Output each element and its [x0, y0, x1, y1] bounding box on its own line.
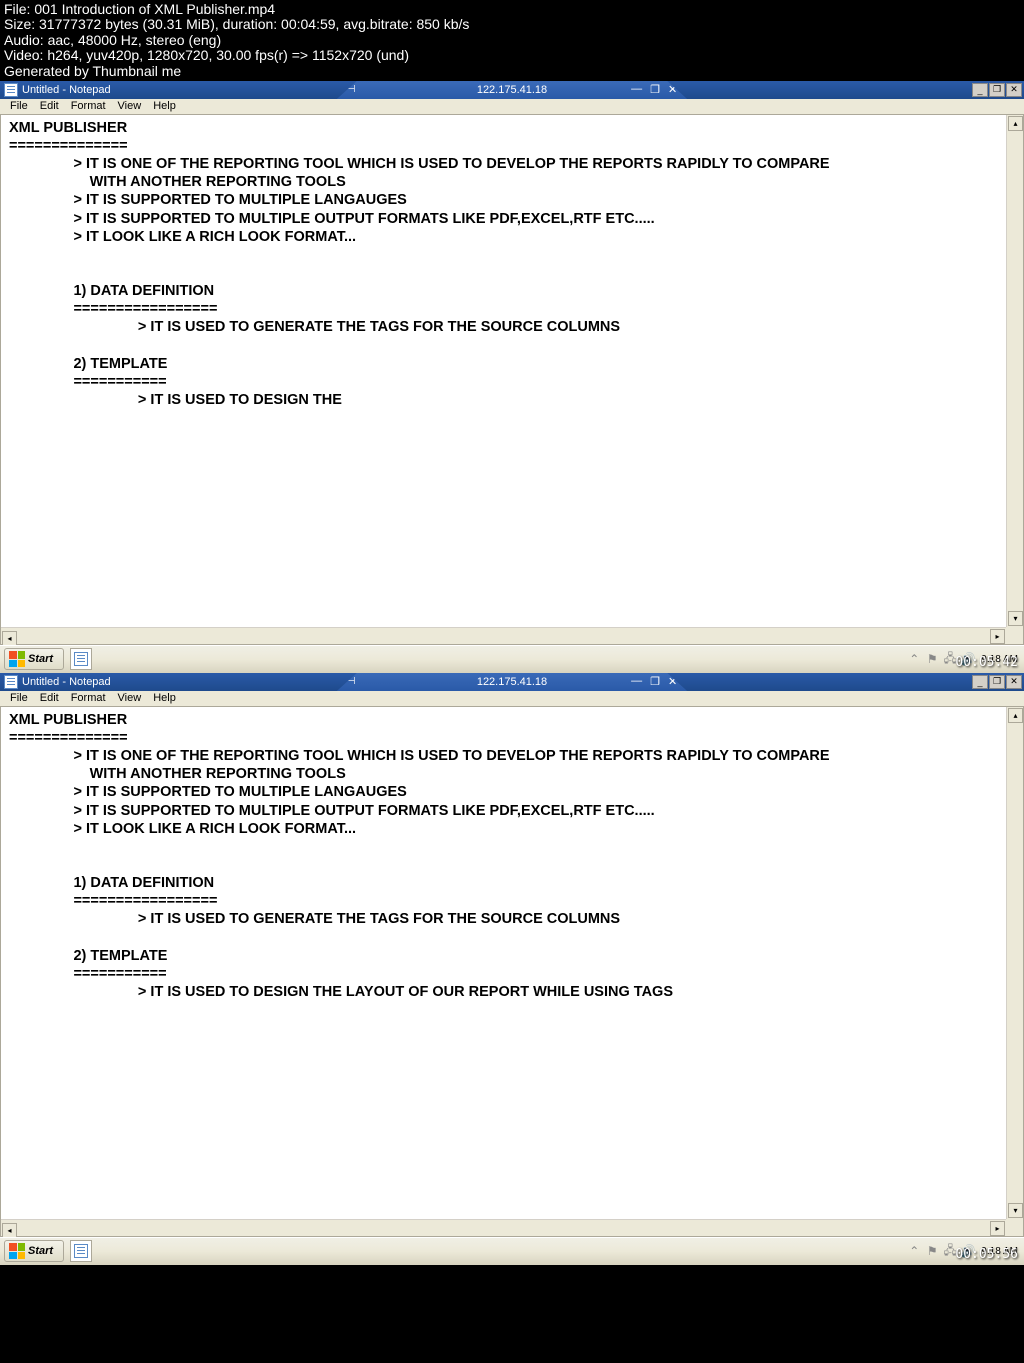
menu-edit[interactable]: Edit — [34, 691, 65, 705]
menu-format[interactable]: Format — [65, 691, 112, 705]
tray-volume-icon[interactable]: 🔊 — [961, 1244, 975, 1258]
tray-flag-icon[interactable]: ⚑ — [925, 1244, 939, 1258]
video-video-line: Video: h264, yuv420p, 1280x720, 30.00 fp… — [4, 48, 1020, 63]
session-minimize-icon[interactable]: — — [631, 675, 642, 688]
system-tray[interactable]: ⌃ ⚑ 🖧 🔊 9:18 AM — [907, 1244, 1024, 1258]
menu-view[interactable]: View — [112, 691, 148, 705]
windows-logo-icon — [9, 1243, 25, 1259]
minimize-button[interactable]: _ — [972, 675, 988, 689]
session-restore-icon[interactable]: ❐ — [650, 83, 660, 96]
scroll-right-icon[interactable]: ▸ — [990, 1221, 1005, 1236]
notepad-content[interactable]: XML PUBLISHER ============== > IT IS ONE… — [1, 707, 1023, 1023]
scroll-down-icon[interactable]: ▾ — [1008, 611, 1023, 626]
start-button[interactable]: Start — [4, 648, 64, 670]
session-back-icon[interactable]: ⊣ — [347, 84, 356, 95]
vertical-scrollbar[interactable]: ▴ ▾ — [1006, 115, 1023, 627]
notepad-titlebar[interactable]: Untitled - Notepad ⊣ 122.175.41.18 — ❐ ✕… — [0, 81, 1024, 99]
taskbar-notepad-item[interactable] — [70, 648, 92, 670]
menu-format[interactable]: Format — [65, 99, 112, 113]
scroll-corner — [1006, 627, 1023, 644]
notepad-titlebar[interactable]: Untitled - Notepad ⊣ 122.175.41.18 — ❐ ✕… — [0, 673, 1024, 691]
menu-help[interactable]: Help — [147, 99, 182, 113]
desktop-frame-2: Untitled - Notepad ⊣ 122.175.41.18 — ❐ ✕… — [0, 673, 1024, 1265]
menu-view[interactable]: View — [112, 99, 148, 113]
notepad-menubar: File Edit Format View Help — [0, 99, 1024, 115]
session-minimize-icon[interactable]: — — [631, 83, 642, 96]
window-title: Untitled - Notepad — [22, 676, 111, 688]
session-close-icon[interactable]: ✕ — [668, 83, 677, 96]
video-audio-line: Audio: aac, 48000 Hz, stereo (eng) — [4, 33, 1020, 48]
taskbar[interactable]: Start ⌃ ⚑ 🖧 🔊 9:18 AM — [0, 1237, 1024, 1265]
notepad-text-area[interactable]: XML PUBLISHER ============== > IT IS ONE… — [0, 115, 1024, 645]
notepad-icon — [74, 1244, 88, 1258]
session-close-icon[interactable]: ✕ — [668, 675, 677, 688]
start-label: Start — [28, 653, 53, 665]
clock-time: 9:18 AM — [981, 1246, 1018, 1257]
taskbar-clock[interactable]: 9:18 AM — [981, 654, 1018, 665]
notepad-content[interactable]: XML PUBLISHER ============== > IT IS ONE… — [1, 115, 1023, 413]
scroll-down-icon[interactable]: ▾ — [1008, 1203, 1023, 1218]
tray-expand-icon[interactable]: ⌃ — [907, 1244, 921, 1258]
tray-expand-icon[interactable]: ⌃ — [907, 652, 921, 666]
menu-edit[interactable]: Edit — [34, 99, 65, 113]
window-title: Untitled - Notepad — [22, 84, 111, 96]
close-button[interactable]: ✕ — [1006, 83, 1022, 97]
horizontal-scrollbar[interactable]: ◂ ▸ — [1, 627, 1006, 644]
remote-ip: 122.175.41.18 — [477, 84, 547, 96]
scroll-up-icon[interactable]: ▴ — [1008, 116, 1023, 131]
tray-volume-icon[interactable]: 🔊 — [961, 652, 975, 666]
session-back-icon[interactable]: ⊣ — [347, 676, 356, 687]
vertical-scrollbar[interactable]: ▴ ▾ — [1006, 707, 1023, 1219]
remote-session-bar: ⊣ 122.175.41.18 — ❐ ✕ — [337, 673, 687, 691]
maximize-button[interactable]: ❐ — [989, 83, 1005, 97]
scroll-right-icon[interactable]: ▸ — [990, 629, 1005, 644]
start-button[interactable]: Start — [4, 1240, 64, 1262]
tray-network-icon[interactable]: 🖧 — [943, 652, 957, 666]
video-file-line: File: 001 Introduction of XML Publisher.… — [4, 2, 1020, 17]
video-generated-line: Generated by Thumbnail me — [4, 64, 1020, 79]
system-tray[interactable]: ⌃ ⚑ 🖧 🔊 9:18 AM — [907, 652, 1024, 666]
desktop-frame-1: Untitled - Notepad ⊣ 122.175.41.18 — ❐ ✕… — [0, 81, 1024, 673]
menu-help[interactable]: Help — [147, 691, 182, 705]
remote-ip: 122.175.41.18 — [477, 676, 547, 688]
maximize-button[interactable]: ❐ — [989, 675, 1005, 689]
notepad-icon — [74, 652, 88, 666]
horizontal-scrollbar[interactable]: ◂ ▸ — [1, 1219, 1006, 1236]
close-button[interactable]: ✕ — [1006, 675, 1022, 689]
windows-logo-icon — [9, 651, 25, 667]
notepad-icon — [4, 675, 18, 689]
notepad-text-area[interactable]: XML PUBLISHER ============== > IT IS ONE… — [0, 707, 1024, 1237]
video-size-line: Size: 31777372 bytes (30.31 MiB), durati… — [4, 17, 1020, 32]
scroll-left-icon[interactable]: ◂ — [2, 1223, 17, 1238]
minimize-button[interactable]: _ — [972, 83, 988, 97]
menu-file[interactable]: File — [4, 99, 34, 113]
start-label: Start — [28, 1245, 53, 1257]
menu-file[interactable]: File — [4, 691, 34, 705]
clock-time: 9:18 AM — [981, 654, 1018, 665]
video-metadata-header: File: 001 Introduction of XML Publisher.… — [0, 0, 1024, 81]
notepad-menubar: File Edit Format View Help — [0, 691, 1024, 707]
taskbar-notepad-item[interactable] — [70, 1240, 92, 1262]
tray-network-icon[interactable]: 🖧 — [943, 1244, 957, 1258]
taskbar-clock[interactable]: 9:18 AM — [981, 1246, 1018, 1257]
remote-session-bar: ⊣ 122.175.41.18 — ❐ ✕ — [337, 81, 687, 99]
notepad-icon — [4, 83, 18, 97]
scroll-left-icon[interactable]: ◂ — [2, 631, 17, 646]
scroll-up-icon[interactable]: ▴ — [1008, 708, 1023, 723]
tray-flag-icon[interactable]: ⚑ — [925, 652, 939, 666]
session-restore-icon[interactable]: ❐ — [650, 675, 660, 688]
scroll-corner — [1006, 1219, 1023, 1236]
taskbar[interactable]: Start ⌃ ⚑ 🖧 🔊 9:18 AM — [0, 645, 1024, 673]
